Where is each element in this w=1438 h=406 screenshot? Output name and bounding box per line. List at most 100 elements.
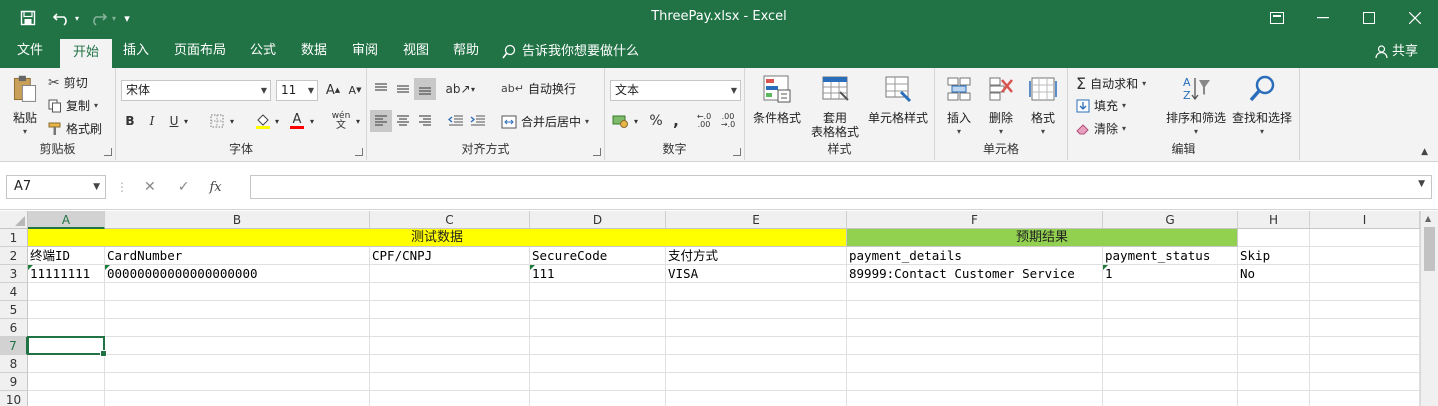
tell-me-search[interactable]: 告诉我你想要做什么	[502, 36, 639, 68]
increase-indent-icon[interactable]	[467, 110, 489, 132]
cell-h4[interactable]	[1238, 283, 1310, 301]
cell-i7[interactable]	[1310, 337, 1420, 355]
name-box[interactable]: A7 ▼	[6, 175, 106, 199]
minimize-icon[interactable]	[1300, 0, 1346, 36]
row-header-6[interactable]: 6	[0, 319, 28, 337]
align-left-icon[interactable]	[370, 110, 392, 132]
redo-dropdown-icon[interactable]: ▾	[110, 6, 118, 30]
find-dropdown-icon[interactable]: ▾	[1230, 125, 1294, 139]
decrease-decimal-button[interactable]: .00 →.0	[717, 110, 739, 132]
cell-g9[interactable]	[1103, 373, 1238, 391]
sort-dropdown-icon[interactable]: ▾	[1164, 125, 1228, 139]
currency-icon[interactable]	[610, 110, 632, 132]
format-dropdown-icon[interactable]: ▾	[1023, 125, 1063, 139]
font-name-combo[interactable]: 宋体 ▼	[121, 80, 271, 101]
close-icon[interactable]	[1392, 0, 1438, 36]
cell-h1[interactable]	[1238, 229, 1310, 247]
cell-d9[interactable]	[530, 373, 666, 391]
row-header-1[interactable]: 1	[0, 229, 28, 247]
cell-i6[interactable]	[1310, 319, 1420, 337]
cell-f8[interactable]	[847, 355, 1103, 373]
tab-file[interactable]: 文件	[4, 36, 56, 68]
tab-data[interactable]: 数据	[288, 36, 340, 68]
cell-a4[interactable]	[28, 283, 105, 301]
row-header-4[interactable]: 4	[0, 283, 28, 301]
cell-b3[interactable]: 00000000000000000000	[105, 265, 370, 283]
column-header-d[interactable]: D	[530, 211, 666, 229]
cell-f5[interactable]	[847, 301, 1103, 319]
cell-b6[interactable]	[105, 319, 370, 337]
enter-icon[interactable]: ✓	[178, 179, 190, 195]
increase-decimal-button[interactable]: ←.0 .00	[693, 110, 715, 132]
cell-c9[interactable]	[370, 373, 530, 391]
align-middle-icon[interactable]	[392, 78, 414, 100]
cell-e6[interactable]	[666, 319, 847, 337]
column-header-c[interactable]: C	[370, 211, 530, 229]
cell-b2[interactable]: CardNumber	[105, 247, 370, 265]
cell-i1[interactable]	[1310, 229, 1420, 247]
maximize-icon[interactable]	[1346, 0, 1392, 36]
cell-i8[interactable]	[1310, 355, 1420, 373]
column-header-i[interactable]: I	[1310, 211, 1420, 229]
cell-f7[interactable]	[847, 337, 1103, 355]
fill-color-dropdown-icon[interactable]: ▾	[271, 110, 283, 132]
ribbon-display-options-icon[interactable]	[1254, 0, 1300, 36]
cell-e10[interactable]	[666, 391, 847, 406]
italic-button[interactable]: I	[141, 110, 163, 132]
cell-e7[interactable]	[666, 337, 847, 355]
cell-a8[interactable]	[28, 355, 105, 373]
merged-cell-expected-result[interactable]: 预期结果	[847, 229, 1238, 247]
cell-c5[interactable]	[370, 301, 530, 319]
align-center-icon[interactable]	[392, 110, 414, 132]
cell-e3[interactable]: VISA	[666, 265, 847, 283]
cell-h2[interactable]: Skip	[1238, 247, 1310, 265]
cell-b4[interactable]	[105, 283, 370, 301]
insert-cells-button[interactable]: 插入 ▾	[939, 74, 979, 139]
undo-dropdown-icon[interactable]: ▾	[72, 6, 82, 30]
column-header-g[interactable]: G	[1103, 211, 1238, 229]
error-indicator-icon[interactable]	[28, 265, 33, 270]
error-indicator-icon[interactable]	[1103, 265, 1108, 270]
vertical-scrollbar[interactable]: ▲	[1420, 211, 1438, 406]
collapse-ribbon-icon[interactable]: ▲	[1421, 147, 1428, 157]
save-icon[interactable]	[16, 6, 40, 30]
cell-h5[interactable]	[1238, 301, 1310, 319]
cell-a3[interactable]: 11111111	[28, 265, 105, 283]
tab-insert[interactable]: 插入	[110, 36, 162, 68]
cell-f3[interactable]: 89999:Contact Customer Service	[847, 265, 1103, 283]
cell-c7[interactable]	[370, 337, 530, 355]
row-header-3[interactable]: 3	[0, 265, 28, 283]
spreadsheet-grid[interactable]: ABCDEFGHI 1 2 3 4 5 6 7 8 9 10 终端ID CardNumber CPF/…	[0, 211, 1438, 406]
column-header-f[interactable]: F	[847, 211, 1103, 229]
find-select-button[interactable]: 查找和选择 ▾	[1230, 74, 1294, 139]
wrap-text-button[interactable]: ab↵ 自动换行	[501, 80, 576, 97]
sort-filter-button[interactable]: AZ 排序和筛选 ▾	[1164, 74, 1228, 139]
share-button[interactable]: 共享	[1375, 36, 1418, 68]
cell-e8[interactable]	[666, 355, 847, 373]
cell-g6[interactable]	[1103, 319, 1238, 337]
autosum-dropdown-icon[interactable]: ▾	[1142, 79, 1146, 88]
copy-button[interactable]: 复制 ▾	[48, 97, 98, 114]
align-bottom-icon[interactable]	[414, 78, 436, 100]
cut-button[interactable]: ✂ 剪切	[48, 74, 88, 91]
cell-i9[interactable]	[1310, 373, 1420, 391]
font-color-button[interactable]: A	[286, 110, 308, 132]
bold-button[interactable]: B	[119, 110, 141, 132]
error-indicator-icon[interactable]	[105, 265, 110, 270]
row-header-7[interactable]: 7	[0, 337, 28, 355]
cell-f9[interactable]	[847, 373, 1103, 391]
cell-i5[interactable]	[1310, 301, 1420, 319]
row-header-8[interactable]: 8	[0, 355, 28, 373]
underline-dropdown-icon[interactable]: ▾	[180, 110, 192, 132]
merge-dropdown-icon[interactable]: ▾	[585, 117, 589, 126]
font-size-combo[interactable]: 11 ▼	[276, 80, 318, 101]
tab-page-layout[interactable]: 页面布局	[161, 36, 239, 68]
clipboard-launcher-icon[interactable]	[104, 148, 112, 156]
row-header-5[interactable]: 5	[0, 301, 28, 319]
cell-f6[interactable]	[847, 319, 1103, 337]
fill-dropdown-icon[interactable]: ▾	[1122, 101, 1126, 110]
column-header-a[interactable]: A	[28, 211, 105, 229]
format-as-table-button[interactable]: 套用 表格格式	[805, 74, 865, 139]
fill-button[interactable]: 填充 ▾	[1076, 97, 1126, 114]
cell-d8[interactable]	[530, 355, 666, 373]
